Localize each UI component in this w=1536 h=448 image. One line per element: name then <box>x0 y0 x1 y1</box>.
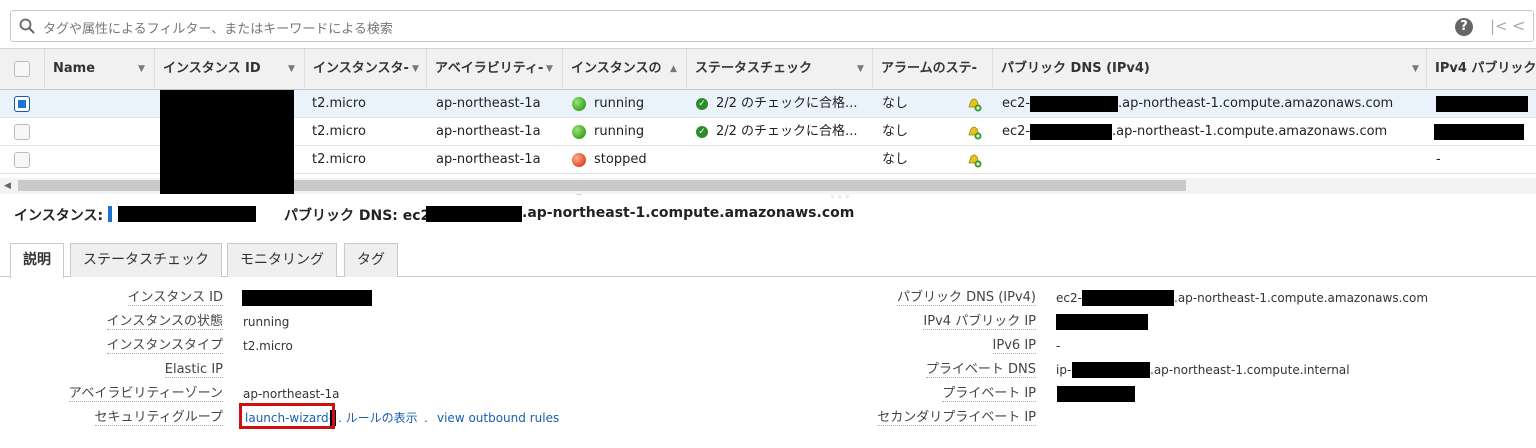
resize-handle[interactable]: ◦◦◦ <box>830 193 852 203</box>
table-header: Name ▼ インスタンス ID ▼ インスタンスタ- ▼ アベイラビリティ- … <box>0 48 1536 91</box>
availability-zone: ap-northeast-1a <box>436 96 541 111</box>
public-dns-prefix: ec2- <box>1002 124 1031 139</box>
row-checkbox[interactable] <box>14 124 30 140</box>
link-separator: . <box>424 411 428 425</box>
field-value-private-dns-prefix: ip- <box>1056 363 1072 377</box>
field-value-public-dns-prefix: ec2- <box>1056 291 1082 305</box>
redacted-block <box>426 206 522 222</box>
column-alarm-status[interactable]: アラームのステ- <box>872 49 992 91</box>
tab-status-check[interactable]: ステータスチェック <box>70 243 222 277</box>
column-instance-type[interactable]: インスタンスタ- <box>304 49 426 91</box>
public-dns-suffix: .ap-northeast-1.compute.amazonaws.com <box>1112 124 1388 139</box>
field-label-instance-id: インスタンス ID <box>127 290 223 306</box>
create-alarm-icon[interactable] <box>966 96 982 112</box>
detail-dns-suffix: .ap-northeast-1.compute.amazonaws.com <box>522 205 855 221</box>
selection-marker <box>108 206 112 222</box>
alarm-status: なし <box>882 124 909 139</box>
field-label-ipv4-public-ip: IPv4 パブリック IP <box>923 314 1036 330</box>
sort-icon[interactable]: ▼ <box>546 49 553 90</box>
redacted-block <box>1434 124 1524 140</box>
instance-state: running <box>594 96 645 111</box>
tab-tags[interactable]: タグ <box>344 243 398 277</box>
field-label-instance-state: インスタンスの状態 <box>106 314 223 330</box>
detail-instance-label: インスタンス: <box>14 208 104 224</box>
sort-icon[interactable]: ▼ <box>288 49 295 90</box>
field-label-availability-zone: アベイラビリティーゾーン <box>68 386 223 402</box>
sort-icon[interactable]: ▼ <box>857 49 864 90</box>
field-label-private-ip: プライベート IP <box>942 386 1036 402</box>
column-public-dns[interactable]: パブリック DNS (IPv4) <box>992 49 1426 91</box>
availability-zone: ap-northeast-1a <box>436 152 541 167</box>
redacted-block <box>1030 124 1112 140</box>
field-value-instance-type: t2.micro <box>243 339 293 353</box>
status-check[interactable]: 2/2 のチェックに合格... <box>716 90 864 118</box>
help-icon[interactable]: ? <box>1455 18 1473 36</box>
create-alarm-icon[interactable] <box>966 152 982 168</box>
redacted-block <box>160 90 294 194</box>
field-value-availability-zone: ap-northeast-1a <box>243 387 340 401</box>
search-input[interactable]: タグや属性によるフィルター、またはキーワードによる検索 <box>43 18 393 37</box>
tab-monitoring[interactable]: モニタリング <box>227 243 337 277</box>
field-label-secondary-private-ip: セカンダリプライベート IP <box>877 410 1036 426</box>
stopped-status-icon <box>572 153 586 167</box>
field-label-security-group: セキュリティグループ <box>94 410 223 426</box>
column-availability-zone[interactable]: アベイラビリティ- <box>426 49 562 91</box>
sort-asc-icon[interactable]: ▲ <box>670 49 677 90</box>
select-all-checkbox[interactable] <box>14 61 30 77</box>
create-alarm-icon[interactable] <box>966 124 982 140</box>
redacted-block <box>242 290 372 306</box>
redacted-block <box>1056 314 1148 330</box>
status-check[interactable]: 2/2 のチェックに合格... <box>716 118 864 146</box>
sort-icon[interactable]: ▼ <box>138 49 145 90</box>
instance-type: t2.micro <box>312 96 366 111</box>
running-status-icon <box>572 97 586 111</box>
scroll-left-icon[interactable]: ◀ <box>4 178 11 194</box>
alarm-status: なし <box>882 96 909 111</box>
public-dns-prefix: ec2- <box>1002 96 1031 111</box>
redacted-block <box>1436 96 1528 112</box>
field-value-public-dns-suffix: .ap-northeast-1.compute.amazonaws.com <box>1174 291 1429 305</box>
view-rules-link[interactable]: . ルールの表示 <box>338 408 418 428</box>
search-bar[interactable]: タグや属性によるフィルター、またはキーワードによる検索 <box>10 10 1534 42</box>
public-dns-suffix: .ap-northeast-1.compute.amazonaws.com <box>1118 96 1394 111</box>
instance-state: running <box>594 124 645 139</box>
field-label-elastic-ip: Elastic IP <box>164 362 223 378</box>
redacted-block <box>1082 290 1174 306</box>
instance-state: stopped <box>594 152 647 167</box>
field-value-private-dns-suffix: .ap-northeast-1.compute.internal <box>1150 363 1350 377</box>
column-status-check[interactable]: ステータスチェック <box>686 49 872 91</box>
sort-icon[interactable]: ▼ <box>1412 49 1419 90</box>
redacted-block <box>1030 96 1118 112</box>
field-label-ipv6-ip: IPv6 IP <box>992 338 1036 354</box>
field-label-private-dns: プライベート DNS <box>925 362 1036 378</box>
row-checkbox[interactable] <box>14 96 30 112</box>
alarm-status: なし <box>882 152 909 167</box>
sort-icon[interactable]: ▼ <box>412 49 419 90</box>
column-instance-id[interactable]: インスタンス ID <box>154 49 304 91</box>
search-icon <box>19 18 35 34</box>
ipv4-public: - <box>1436 152 1441 167</box>
view-outbound-rules-link[interactable]: view outbound rules <box>437 408 559 428</box>
check-passed-icon: ✓ <box>696 98 708 110</box>
running-status-icon <box>572 125 586 139</box>
column-instance-state[interactable]: インスタンスの <box>562 49 686 91</box>
tab-description[interactable]: 説明 <box>10 243 64 278</box>
field-value-instance-state: running <box>243 315 290 329</box>
prev-page-icon[interactable]: < <box>1512 16 1525 35</box>
field-label-public-dns: パブリック DNS (IPv4) <box>896 290 1036 306</box>
instance-type: t2.micro <box>312 152 366 167</box>
redacted-block <box>118 206 256 222</box>
highlight-box <box>239 403 335 429</box>
first-page-icon[interactable]: |< <box>1490 17 1508 35</box>
detail-dns-label: パブリック DNS: ec2- <box>284 208 437 224</box>
row-checkbox[interactable] <box>14 152 30 168</box>
column-ipv4-public[interactable]: IPv4 パブリック <box>1426 49 1536 91</box>
check-passed-icon: ✓ <box>696 126 708 138</box>
instance-type: t2.micro <box>312 124 366 139</box>
redacted-block <box>1072 362 1150 378</box>
field-value-ipv6-ip: - <box>1056 339 1061 353</box>
field-label-instance-type: インスタンスタイプ <box>106 338 223 354</box>
availability-zone: ap-northeast-1a <box>436 124 541 139</box>
redacted-block <box>1057 386 1135 402</box>
